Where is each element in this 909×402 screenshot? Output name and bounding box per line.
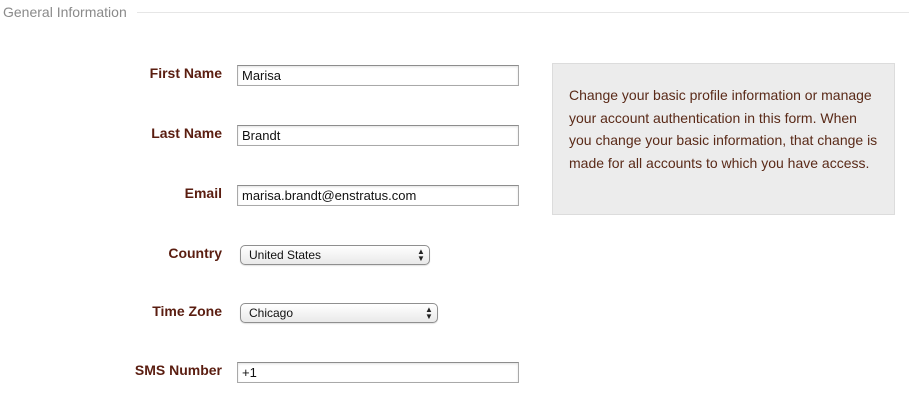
time-zone-label: Time Zone bbox=[152, 303, 222, 319]
email-label: Email bbox=[184, 185, 222, 201]
section-divider bbox=[130, 12, 909, 13]
country-select[interactable]: United States ▲ ▼ bbox=[240, 245, 430, 265]
section-title: General Information bbox=[3, 3, 137, 21]
country-selected-value: United States bbox=[249, 248, 322, 262]
first-name-label: First Name bbox=[149, 65, 222, 81]
help-panel: Change your basic profile information or… bbox=[552, 63, 895, 215]
sms-number-label: SMS Number bbox=[134, 362, 222, 378]
time-zone-selected-value: Chicago bbox=[249, 306, 294, 320]
last-name-input[interactable] bbox=[237, 125, 519, 146]
email-input[interactable] bbox=[237, 185, 519, 206]
country-label: Country bbox=[168, 245, 222, 261]
first-name-input[interactable] bbox=[237, 65, 519, 86]
help-text: Change your basic profile information or… bbox=[569, 87, 878, 171]
select-arrows-icon: ▲ ▼ bbox=[425, 305, 433, 321]
select-arrows-icon: ▲ ▼ bbox=[417, 247, 425, 263]
last-name-label: Last Name bbox=[151, 125, 222, 141]
time-zone-select[interactable]: Chicago ▲ ▼ bbox=[240, 303, 438, 323]
sms-number-input[interactable] bbox=[237, 362, 519, 383]
